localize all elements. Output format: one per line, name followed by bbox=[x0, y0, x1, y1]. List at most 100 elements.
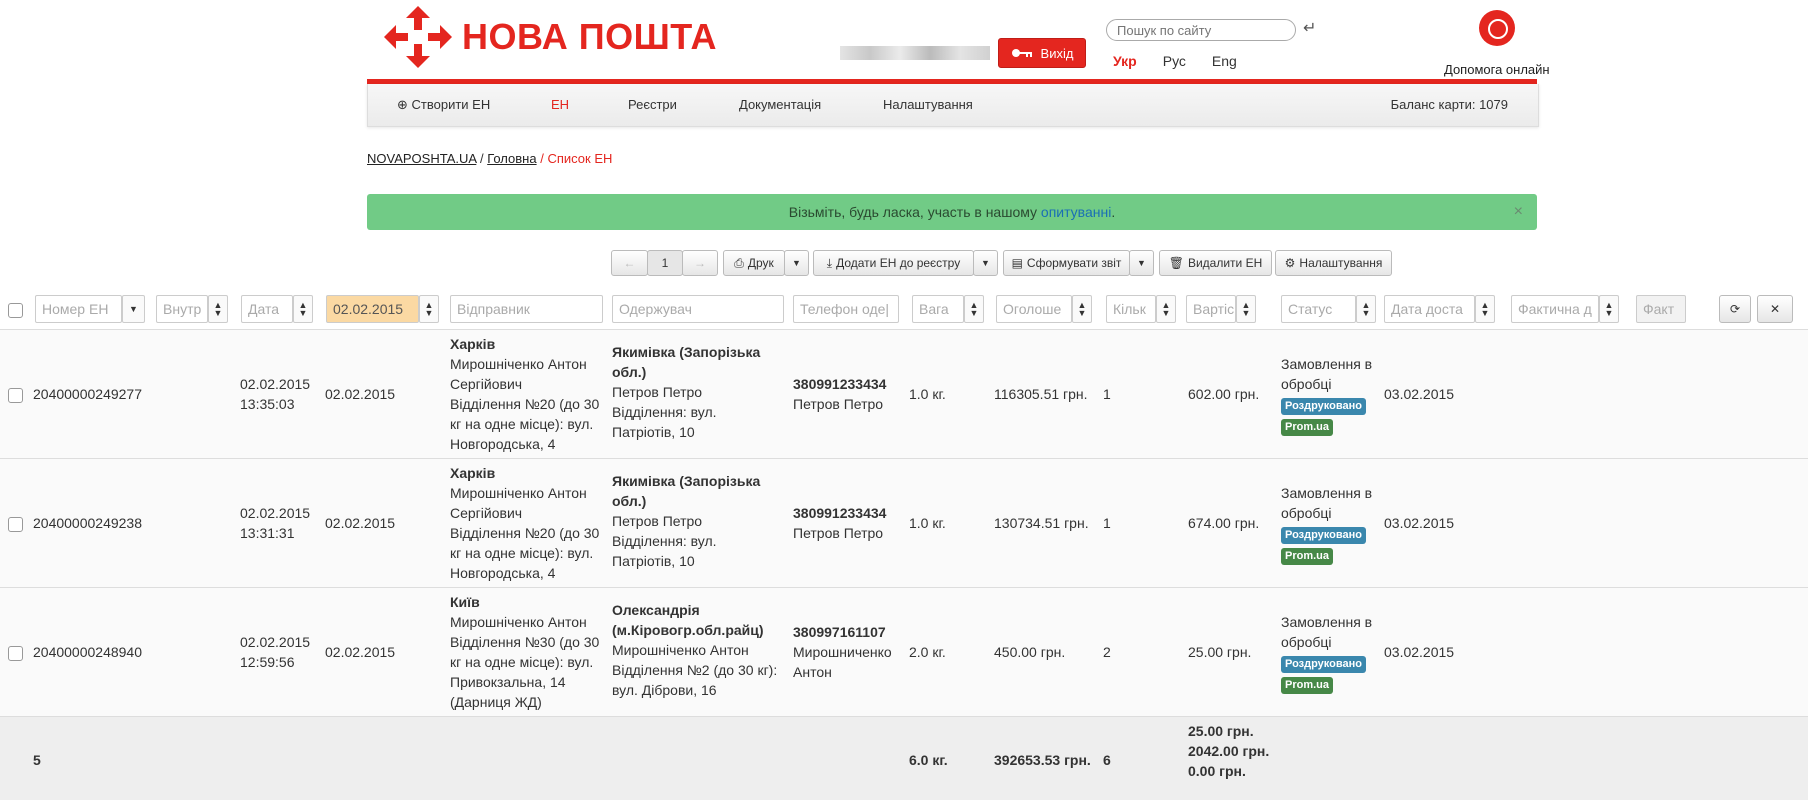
status-text-line: обробці bbox=[1281, 505, 1332, 521]
filter-actual-input[interactable]: Фактична д bbox=[1511, 295, 1599, 323]
filter-receiver-input[interactable]: Одержувач bbox=[612, 295, 784, 323]
enter-icon[interactable]: ↵ bbox=[1303, 18, 1316, 38]
sort-down-icon: ▼ bbox=[1241, 308, 1251, 318]
filter-weight-sort[interactable]: ▲ ▼ bbox=[964, 295, 984, 323]
filter-actual-sort[interactable]: ▲ ▼ bbox=[1599, 295, 1619, 323]
print-dropdown-toggle[interactable]: ▼ bbox=[784, 250, 809, 276]
calculator-icon: ▤ bbox=[1011, 256, 1023, 270]
row-count: 1 bbox=[1103, 386, 1111, 402]
logo[interactable]: НОВА ПОШТА bbox=[384, 6, 717, 68]
filter-status-sort[interactable]: ▲ ▼ bbox=[1356, 295, 1376, 323]
filter-delivery-input[interactable]: Дата доста bbox=[1384, 295, 1475, 323]
filter-cost-input[interactable]: Вартіс bbox=[1186, 295, 1236, 323]
survey-alert: Візьміть, будь ласка, участь в нашому оп… bbox=[367, 194, 1537, 230]
lang-eng[interactable]: Eng bbox=[1212, 53, 1237, 69]
add-register-dropdown-toggle[interactable]: ▼ bbox=[973, 250, 998, 276]
receiver-city-line: обл.) bbox=[612, 364, 647, 380]
row-receiver: Якимівка (Запорізька обл.) Петров Петро … bbox=[612, 471, 760, 571]
row-number[interactable]: 20400000248940 bbox=[33, 642, 142, 662]
delete-en-button[interactable]: 🗑 Видалити ЕН bbox=[1159, 250, 1272, 276]
filter-fact-input[interactable]: Факт bbox=[1636, 295, 1686, 323]
filter-count-input[interactable]: Кільк bbox=[1106, 295, 1156, 323]
row-checkbox[interactable] bbox=[8, 646, 23, 661]
lifebuoy-icon[interactable] bbox=[1479, 10, 1515, 46]
row-checkbox[interactable] bbox=[8, 388, 23, 403]
nav-create-en[interactable]: ⊕ Створити ЕН bbox=[397, 97, 490, 113]
filter-declared-input[interactable]: Оголоше bbox=[996, 295, 1072, 323]
row-cost: 25.00 грн. bbox=[1188, 644, 1252, 660]
lang-ukr[interactable]: Укр bbox=[1113, 53, 1137, 69]
filter-weight-input[interactable]: Вага bbox=[912, 295, 964, 323]
filter-cost-sort[interactable]: ▲ ▼ bbox=[1236, 295, 1256, 323]
filter-count-sort[interactable]: ▲ ▼ bbox=[1156, 295, 1176, 323]
breadcrumb-home[interactable]: NOVAPOSHTA.UA bbox=[367, 151, 476, 166]
filter-row: Номер ЕН ▼ Внутр ▲ ▼ Дата ▲ ▼ 02.02.2015 ▲… bbox=[0, 291, 1808, 329]
row-number[interactable]: 20400000249238 bbox=[33, 513, 142, 533]
row-weight: 1.0 кг. bbox=[909, 515, 946, 531]
breadcrumb-main[interactable]: Головна bbox=[487, 151, 536, 166]
language-switcher: Укр Рус Eng bbox=[1113, 53, 1237, 69]
print-button[interactable]: ⎙ Друк bbox=[723, 250, 785, 276]
nav-settings[interactable]: Налаштування bbox=[883, 97, 973, 112]
sender-name-line: Мирошніченко Антон bbox=[450, 614, 587, 630]
row-phone: 380997161107 Мирошниченко Антон bbox=[793, 622, 892, 682]
filter-date-value-sort[interactable]: ▲ ▼ bbox=[419, 295, 439, 323]
filter-delivery-sort[interactable]: ▲ ▼ bbox=[1475, 295, 1495, 323]
report-dropdown-toggle[interactable]: ▼ bbox=[1129, 250, 1154, 276]
table-settings-button[interactable]: ⚙ Налаштування bbox=[1275, 250, 1392, 276]
printed-badge: Роздруковано bbox=[1281, 656, 1366, 673]
filter-number-input[interactable]: Номер ЕН bbox=[35, 295, 122, 323]
logout-label: Вихід bbox=[1040, 45, 1074, 61]
row-receiver: Якимівка (Запорізька обл.) Петров Петро … bbox=[612, 342, 760, 442]
nav-registers[interactable]: Реєстри bbox=[628, 97, 677, 112]
phone-contact-name: Петров Петро bbox=[793, 396, 884, 412]
select-all-checkbox[interactable] bbox=[8, 303, 23, 318]
sender-address-line: Новгородська, 4 bbox=[450, 436, 556, 452]
page-number-button[interactable]: 1 bbox=[647, 250, 683, 276]
prev-page-button[interactable]: ← bbox=[611, 250, 648, 276]
filter-date-value-input[interactable]: 02.02.2015 bbox=[326, 295, 419, 323]
sender-address-line: Відділення №30 (до 30 bbox=[450, 634, 600, 650]
survey-link[interactable]: опитуванні bbox=[1041, 204, 1111, 220]
filter-date-sort[interactable]: ▲ ▼ bbox=[293, 295, 313, 323]
row-count: 2 bbox=[1103, 644, 1111, 660]
filter-phone-input[interactable]: Телефон оде| bbox=[793, 295, 899, 323]
trash-icon: 🗑 bbox=[1168, 256, 1184, 270]
row-status: Замовлення в обробці Роздруковано Prom.u… bbox=[1281, 612, 1372, 694]
clear-filters-button[interactable]: ✕ bbox=[1757, 295, 1793, 323]
row-checkbox[interactable] bbox=[8, 517, 23, 532]
refresh-button[interactable]: ⟳ bbox=[1719, 295, 1751, 323]
filter-sender-input[interactable]: Відправник bbox=[450, 295, 603, 323]
row-created-date: 02.02.2015 bbox=[240, 634, 311, 650]
lang-rus[interactable]: Рус bbox=[1163, 53, 1186, 69]
filter-number-dropdown[interactable]: ▼ bbox=[122, 295, 145, 323]
receiver-address-line: Патріотів, 10 bbox=[612, 553, 695, 569]
filter-internal-sort[interactable]: ▲ ▼ bbox=[208, 295, 228, 323]
printer-icon: ⎙ bbox=[734, 255, 744, 270]
filter-declared-sort[interactable]: ▲ ▼ bbox=[1072, 295, 1092, 323]
nav-en[interactable]: ЕН bbox=[551, 97, 569, 112]
printed-badge: Роздруковано bbox=[1281, 398, 1366, 415]
search-input[interactable] bbox=[1106, 19, 1296, 41]
alert-close-button[interactable]: × bbox=[1514, 194, 1523, 230]
printed-badge: Роздруковано bbox=[1281, 527, 1366, 544]
generate-report-button[interactable]: ▤ Сформувати звіт bbox=[1003, 250, 1130, 276]
add-to-register-button[interactable]: ⤓ Додати ЕН до реєстру bbox=[813, 250, 974, 276]
sender-city: Харків bbox=[450, 336, 496, 352]
prom-badge: Prom.ua bbox=[1281, 548, 1334, 565]
next-page-button[interactable]: → bbox=[682, 250, 718, 276]
table-row[interactable]: 20400000248940 02.02.2015 12:59:56 02.02… bbox=[0, 587, 1808, 717]
filter-status-input[interactable]: Статус bbox=[1281, 295, 1356, 323]
help-online-link[interactable]: Допомога онлайн bbox=[1444, 62, 1550, 77]
sort-down-icon: ▼ bbox=[969, 308, 979, 318]
table-row[interactable]: 20400000249238 02.02.2015 13:31:31 02.02… bbox=[0, 458, 1808, 588]
sort-down-icon: ▼ bbox=[298, 308, 308, 318]
logout-button[interactable]: Вихід bbox=[998, 38, 1086, 68]
table-row[interactable]: 20400000249277 02.02.2015 13:35:03 02.02… bbox=[0, 329, 1808, 459]
filter-internal-input[interactable]: Внутр bbox=[156, 295, 208, 323]
filter-date-input[interactable]: Дата bbox=[241, 295, 293, 323]
nav-documentation[interactable]: Документація bbox=[739, 97, 821, 112]
row-number[interactable]: 20400000249277 bbox=[33, 384, 142, 404]
prom-badge: Prom.ua bbox=[1281, 677, 1334, 694]
add-to-register-label: Додати ЕН до реєстру bbox=[836, 256, 961, 270]
